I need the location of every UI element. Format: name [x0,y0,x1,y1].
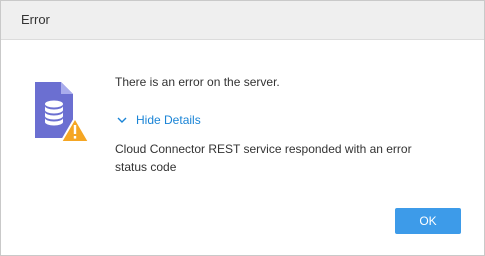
dialog-titlebar: Error [1,1,484,40]
dialog-title: Error [21,12,50,27]
database-error-icon [33,80,93,146]
hide-details-toggle[interactable]: Hide Details [115,113,201,127]
hide-details-label: Hide Details [136,113,201,127]
ok-button[interactable]: OK [395,208,461,234]
error-dialog: Error There is an error on the server. H… [0,0,485,256]
chevron-down-icon [117,117,127,123]
dialog-body: There is an error on the server. Hide De… [1,40,484,255]
error-message: There is an error on the server. [115,75,280,89]
error-details-text: Cloud Connector REST service responded w… [115,142,412,174]
